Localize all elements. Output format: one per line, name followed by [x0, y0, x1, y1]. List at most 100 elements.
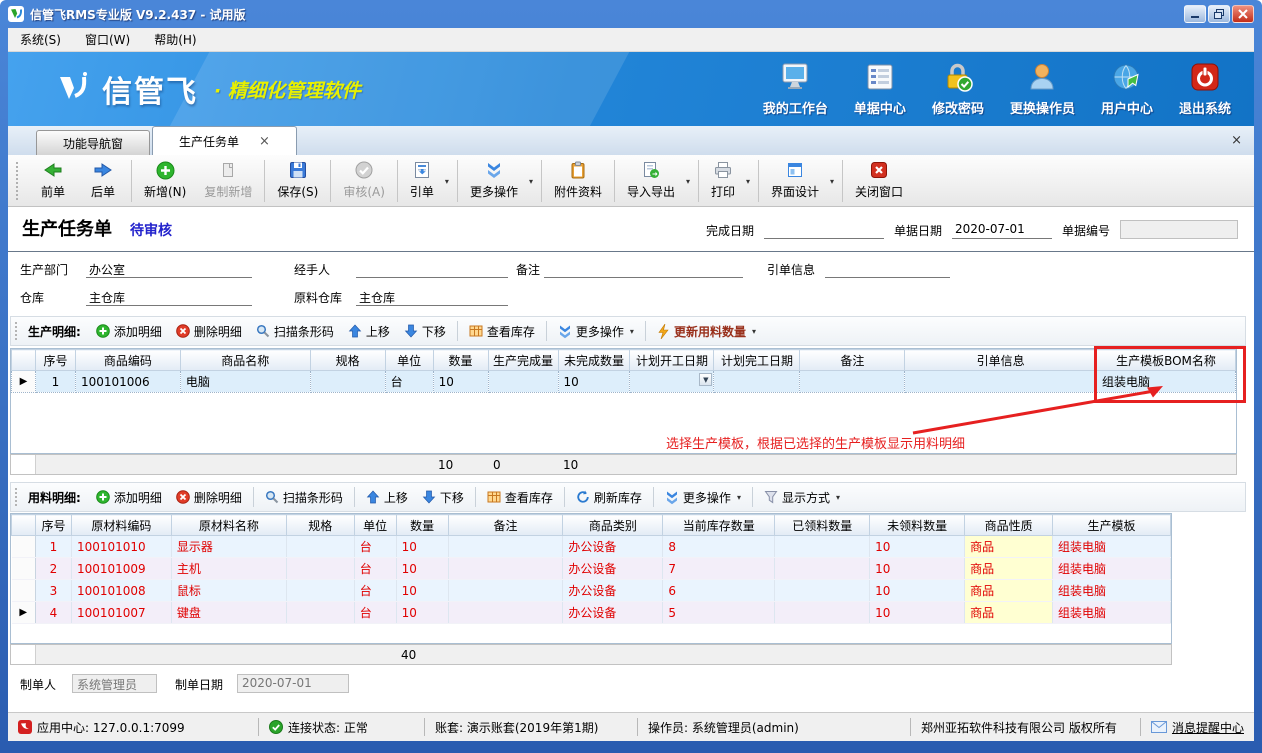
production-view-stock-button[interactable]: 查看库存: [462, 323, 542, 340]
grid-cell[interactable]: 10: [870, 602, 965, 624]
grid-cell[interactable]: 主机: [171, 558, 286, 580]
grid-cell[interactable]: [12, 536, 36, 558]
grid-cell[interactable]: 键盘: [171, 602, 286, 624]
grid-cell[interactable]: 办公设备: [563, 580, 663, 602]
material-move-up-button[interactable]: 上移: [359, 489, 415, 506]
handler-field[interactable]: [356, 261, 508, 278]
grid-cell[interactable]: 3: [35, 580, 71, 602]
tab-function-nav[interactable]: 功能导航窗: [36, 130, 150, 155]
material-delete-button[interactable]: 删除明细: [169, 489, 249, 506]
grid-cell[interactable]: 10: [396, 558, 448, 580]
grid-cell[interactable]: 电脑: [180, 371, 310, 393]
grid-cell[interactable]: 1: [35, 536, 71, 558]
grid-cell[interactable]: 100101009: [71, 558, 171, 580]
column-header[interactable]: 序号: [35, 350, 75, 371]
grid-cell[interactable]: ▶: [12, 371, 36, 393]
column-header[interactable]: [12, 350, 36, 371]
grid-cell[interactable]: 100101006: [75, 371, 180, 393]
display-mode-button[interactable]: 显示方式▾: [757, 489, 847, 506]
column-header[interactable]: 规格: [310, 350, 385, 371]
menu-help[interactable]: 帮助(H): [142, 28, 208, 51]
material-add-button[interactable]: 添加明细: [89, 489, 169, 506]
grid-cell[interactable]: 办公设备: [563, 558, 663, 580]
menu-window[interactable]: 窗口(W): [73, 28, 142, 51]
column-header[interactable]: 生产模板BOM名称: [1097, 350, 1236, 371]
tab-close-icon[interactable]: ×: [259, 134, 270, 149]
chevron-down-icon[interactable]: ▾: [830, 177, 834, 186]
material-scan-button[interactable]: 扫描条形码: [258, 489, 350, 506]
grid-cell[interactable]: [286, 536, 354, 558]
grid-cell[interactable]: 2: [35, 558, 71, 580]
grid-cell[interactable]: 商品: [965, 580, 1053, 602]
print-button[interactable]: 打印 ▾: [702, 157, 755, 204]
table-row[interactable]: 3100101008鼠标台10办公设备610商品组装电脑: [12, 580, 1171, 602]
chevron-down-icon[interactable]: ▾: [445, 177, 449, 186]
grid-cell[interactable]: 100101010: [71, 536, 171, 558]
action-change-password[interactable]: 修改密码: [923, 60, 993, 119]
grid-cell[interactable]: [448, 580, 563, 602]
grid-cell[interactable]: 商品: [965, 558, 1053, 580]
action-user-center[interactable]: 用户中心: [1092, 60, 1162, 119]
material-refresh-stock-button[interactable]: 刷新库存: [569, 489, 649, 506]
action-my-workbench[interactable]: 我的工作台: [754, 60, 837, 119]
column-header[interactable]: 计划完工日期: [714, 350, 800, 371]
column-header[interactable]: 数量: [396, 515, 448, 536]
column-header[interactable]: 原材料名称: [171, 515, 286, 536]
prev-doc-button[interactable]: 前单: [28, 157, 78, 204]
chevron-down-icon[interactable]: ▾: [630, 327, 634, 336]
grid-cell[interactable]: [630, 371, 714, 393]
column-header[interactable]: 生产完成量: [488, 350, 558, 371]
grid-cell[interactable]: 商品: [965, 536, 1053, 558]
chevron-down-icon[interactable]: ▾: [686, 177, 690, 186]
column-header[interactable]: 备注: [448, 515, 563, 536]
grid-cell[interactable]: 显示器: [171, 536, 286, 558]
grid-cell[interactable]: 4: [35, 602, 71, 624]
grid-cell[interactable]: 组装电脑: [1053, 558, 1171, 580]
action-exit-system[interactable]: 退出系统: [1170, 60, 1240, 119]
tabbar-close-icon[interactable]: ×: [1231, 133, 1242, 148]
column-header[interactable]: 规格: [286, 515, 354, 536]
chevron-down-icon[interactable]: ▾: [746, 177, 750, 186]
next-doc-button[interactable]: 后单: [78, 157, 128, 204]
grid-cell[interactable]: [12, 558, 36, 580]
close-window-button[interactable]: 关闭窗口: [846, 157, 912, 204]
grid-cell[interactable]: [448, 536, 563, 558]
toolbar-drag-handle[interactable]: [16, 162, 20, 200]
grid-cell[interactable]: [12, 580, 36, 602]
material-move-down-button[interactable]: 下移: [415, 489, 471, 506]
grid-cell[interactable]: [905, 371, 1097, 393]
grid-cell[interactable]: 5: [663, 602, 775, 624]
minimize-button[interactable]: [1184, 5, 1206, 23]
grid-cell[interactable]: [448, 558, 563, 580]
doc-date-field[interactable]: 2020-07-01: [952, 222, 1052, 239]
production-delete-button[interactable]: 删除明细: [169, 323, 249, 340]
grid-cell[interactable]: [286, 558, 354, 580]
grid-cell[interactable]: 100101007: [71, 602, 171, 624]
tab-production-order[interactable]: 生产任务单 ×: [152, 126, 297, 155]
more-actions-button[interactable]: 更多操作 ▾: [461, 157, 538, 204]
column-header[interactable]: 单位: [385, 350, 433, 371]
table-row[interactable]: 2100101009主机台10办公设备710商品组装电脑: [12, 558, 1171, 580]
grid-cell[interactable]: 组装电脑: [1053, 580, 1171, 602]
update-material-qty-button[interactable]: 更新用料数量▾: [650, 323, 763, 340]
grid-cell[interactable]: 台: [354, 536, 396, 558]
production-move-down-button[interactable]: 下移: [397, 323, 453, 340]
production-move-up-button[interactable]: 上移: [341, 323, 397, 340]
material-more-actions-button[interactable]: 更多操作▾: [658, 489, 748, 506]
production-dept-field[interactable]: 办公室: [86, 261, 252, 278]
material-warehouse-field[interactable]: 主仓库: [356, 289, 508, 306]
column-header[interactable]: 数量: [433, 350, 488, 371]
column-header[interactable]: 未领料数量: [870, 515, 965, 536]
message-center-link[interactable]: 消息提醒中心: [1141, 713, 1254, 741]
column-header[interactable]: 当前库存数量: [663, 515, 775, 536]
menu-system[interactable]: 系统(S): [8, 28, 73, 51]
material-view-stock-button[interactable]: 查看库存: [480, 489, 560, 506]
column-header[interactable]: 商品编码: [75, 350, 180, 371]
table-row[interactable]: ▶1100101006电脑台1010组装电脑: [12, 371, 1236, 393]
grid-cell[interactable]: 10: [558, 371, 630, 393]
column-header[interactable]: 单位: [354, 515, 396, 536]
grid-cell[interactable]: 10: [870, 536, 965, 558]
column-header[interactable]: 商品性质: [965, 515, 1053, 536]
grid-cell[interactable]: ▶: [12, 602, 36, 624]
action-document-center[interactable]: 单据中心: [845, 60, 915, 119]
